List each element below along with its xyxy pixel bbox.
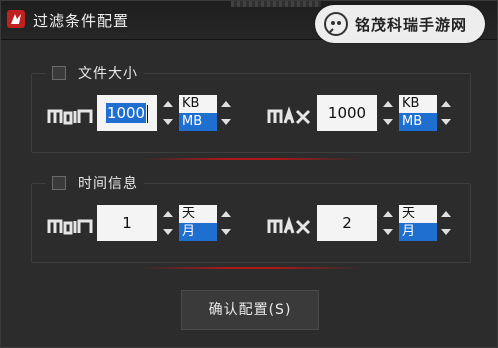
decrement-arrow-icon[interactable] — [383, 119, 393, 125]
time-info-max-unit-stepper[interactable] — [439, 205, 453, 241]
time-info-max-label — [267, 215, 313, 235]
increment-arrow-icon[interactable] — [383, 101, 393, 107]
watermark-logo-icon — [323, 11, 349, 37]
filter-config-window: 过滤条件配置 铭茂科瑞手游网 文件大小 1000 KB MB 1000 KB M… — [0, 0, 498, 348]
watermark-badge: 铭茂科瑞手游网 — [315, 5, 485, 43]
file-size-max-unit-list[interactable]: KB MB — [399, 95, 437, 131]
time-info-min-value: 1 — [122, 214, 132, 232]
increment-arrow-icon[interactable] — [163, 211, 173, 217]
increment-arrow-icon[interactable] — [441, 211, 451, 217]
decrement-arrow-icon[interactable] — [441, 119, 451, 125]
accent-divider — [141, 158, 361, 160]
time-info-min-label — [47, 215, 95, 235]
watermark-text: 铭茂科瑞手游网 — [355, 16, 468, 34]
unit-option-selected[interactable]: 月 — [399, 223, 437, 241]
title-decoration — [231, 1, 321, 7]
increment-arrow-icon[interactable] — [163, 101, 173, 107]
decrement-arrow-icon[interactable] — [221, 119, 231, 125]
file-size-min-input[interactable]: 1000 — [97, 95, 157, 131]
unit-option-selected[interactable]: 月 — [179, 223, 217, 241]
increment-arrow-icon[interactable] — [221, 101, 231, 107]
file-size-max-input[interactable]: 1000 — [317, 95, 377, 131]
file-size-checkbox[interactable] — [52, 66, 66, 80]
text-caret — [147, 104, 149, 123]
confirm-config-button[interactable]: 确认配置(S) — [181, 290, 319, 330]
unit-option-selected[interactable]: MB — [179, 113, 217, 131]
increment-arrow-icon[interactable] — [383, 211, 393, 217]
decrement-arrow-icon[interactable] — [163, 119, 173, 125]
time-info-max-stepper[interactable] — [381, 205, 395, 241]
file-size-max-value: 1000 — [327, 104, 367, 122]
increment-arrow-icon[interactable] — [221, 211, 231, 217]
file-size-max-label — [267, 105, 313, 125]
decrement-arrow-icon[interactable] — [383, 229, 393, 235]
file-size-max-stepper[interactable] — [381, 95, 395, 131]
file-size-min-unit-list[interactable]: KB MB — [179, 95, 217, 131]
decrement-arrow-icon[interactable] — [441, 229, 451, 235]
time-info-checkbox[interactable] — [52, 176, 66, 190]
app-logo-icon — [7, 10, 25, 28]
unit-option[interactable]: 天 — [179, 205, 217, 223]
time-info-max-value: 2 — [342, 214, 352, 232]
unit-option[interactable]: KB — [399, 95, 437, 113]
file-size-header: 文件大小 — [46, 62, 144, 84]
file-size-min-stepper[interactable] — [161, 95, 175, 131]
time-info-header: 时间信息 — [46, 172, 144, 194]
unit-option[interactable]: KB — [179, 95, 217, 113]
window-title: 过滤条件配置 — [33, 12, 130, 30]
decrement-arrow-icon[interactable] — [163, 229, 173, 235]
file-size-title: 文件大小 — [78, 66, 138, 82]
accent-divider — [141, 267, 361, 269]
time-info-min-unit-list[interactable]: 天 月 — [179, 205, 217, 241]
increment-arrow-icon[interactable] — [441, 101, 451, 107]
file-size-max-unit-stepper[interactable] — [439, 95, 453, 131]
time-info-max-unit-list[interactable]: 天 月 — [399, 205, 437, 241]
file-size-min-unit-stepper[interactable] — [219, 95, 233, 131]
unit-option-selected[interactable]: MB — [399, 113, 437, 131]
time-info-min-stepper[interactable] — [161, 205, 175, 241]
time-info-title: 时间信息 — [78, 176, 138, 192]
decrement-arrow-icon[interactable] — [221, 229, 231, 235]
file-size-min-value: 1000 — [105, 103, 147, 123]
unit-option[interactable]: 天 — [399, 205, 437, 223]
time-info-min-input[interactable]: 1 — [97, 205, 157, 241]
time-info-min-unit-stepper[interactable] — [219, 205, 233, 241]
file-size-min-label — [47, 105, 95, 125]
time-info-max-input[interactable]: 2 — [317, 205, 377, 241]
